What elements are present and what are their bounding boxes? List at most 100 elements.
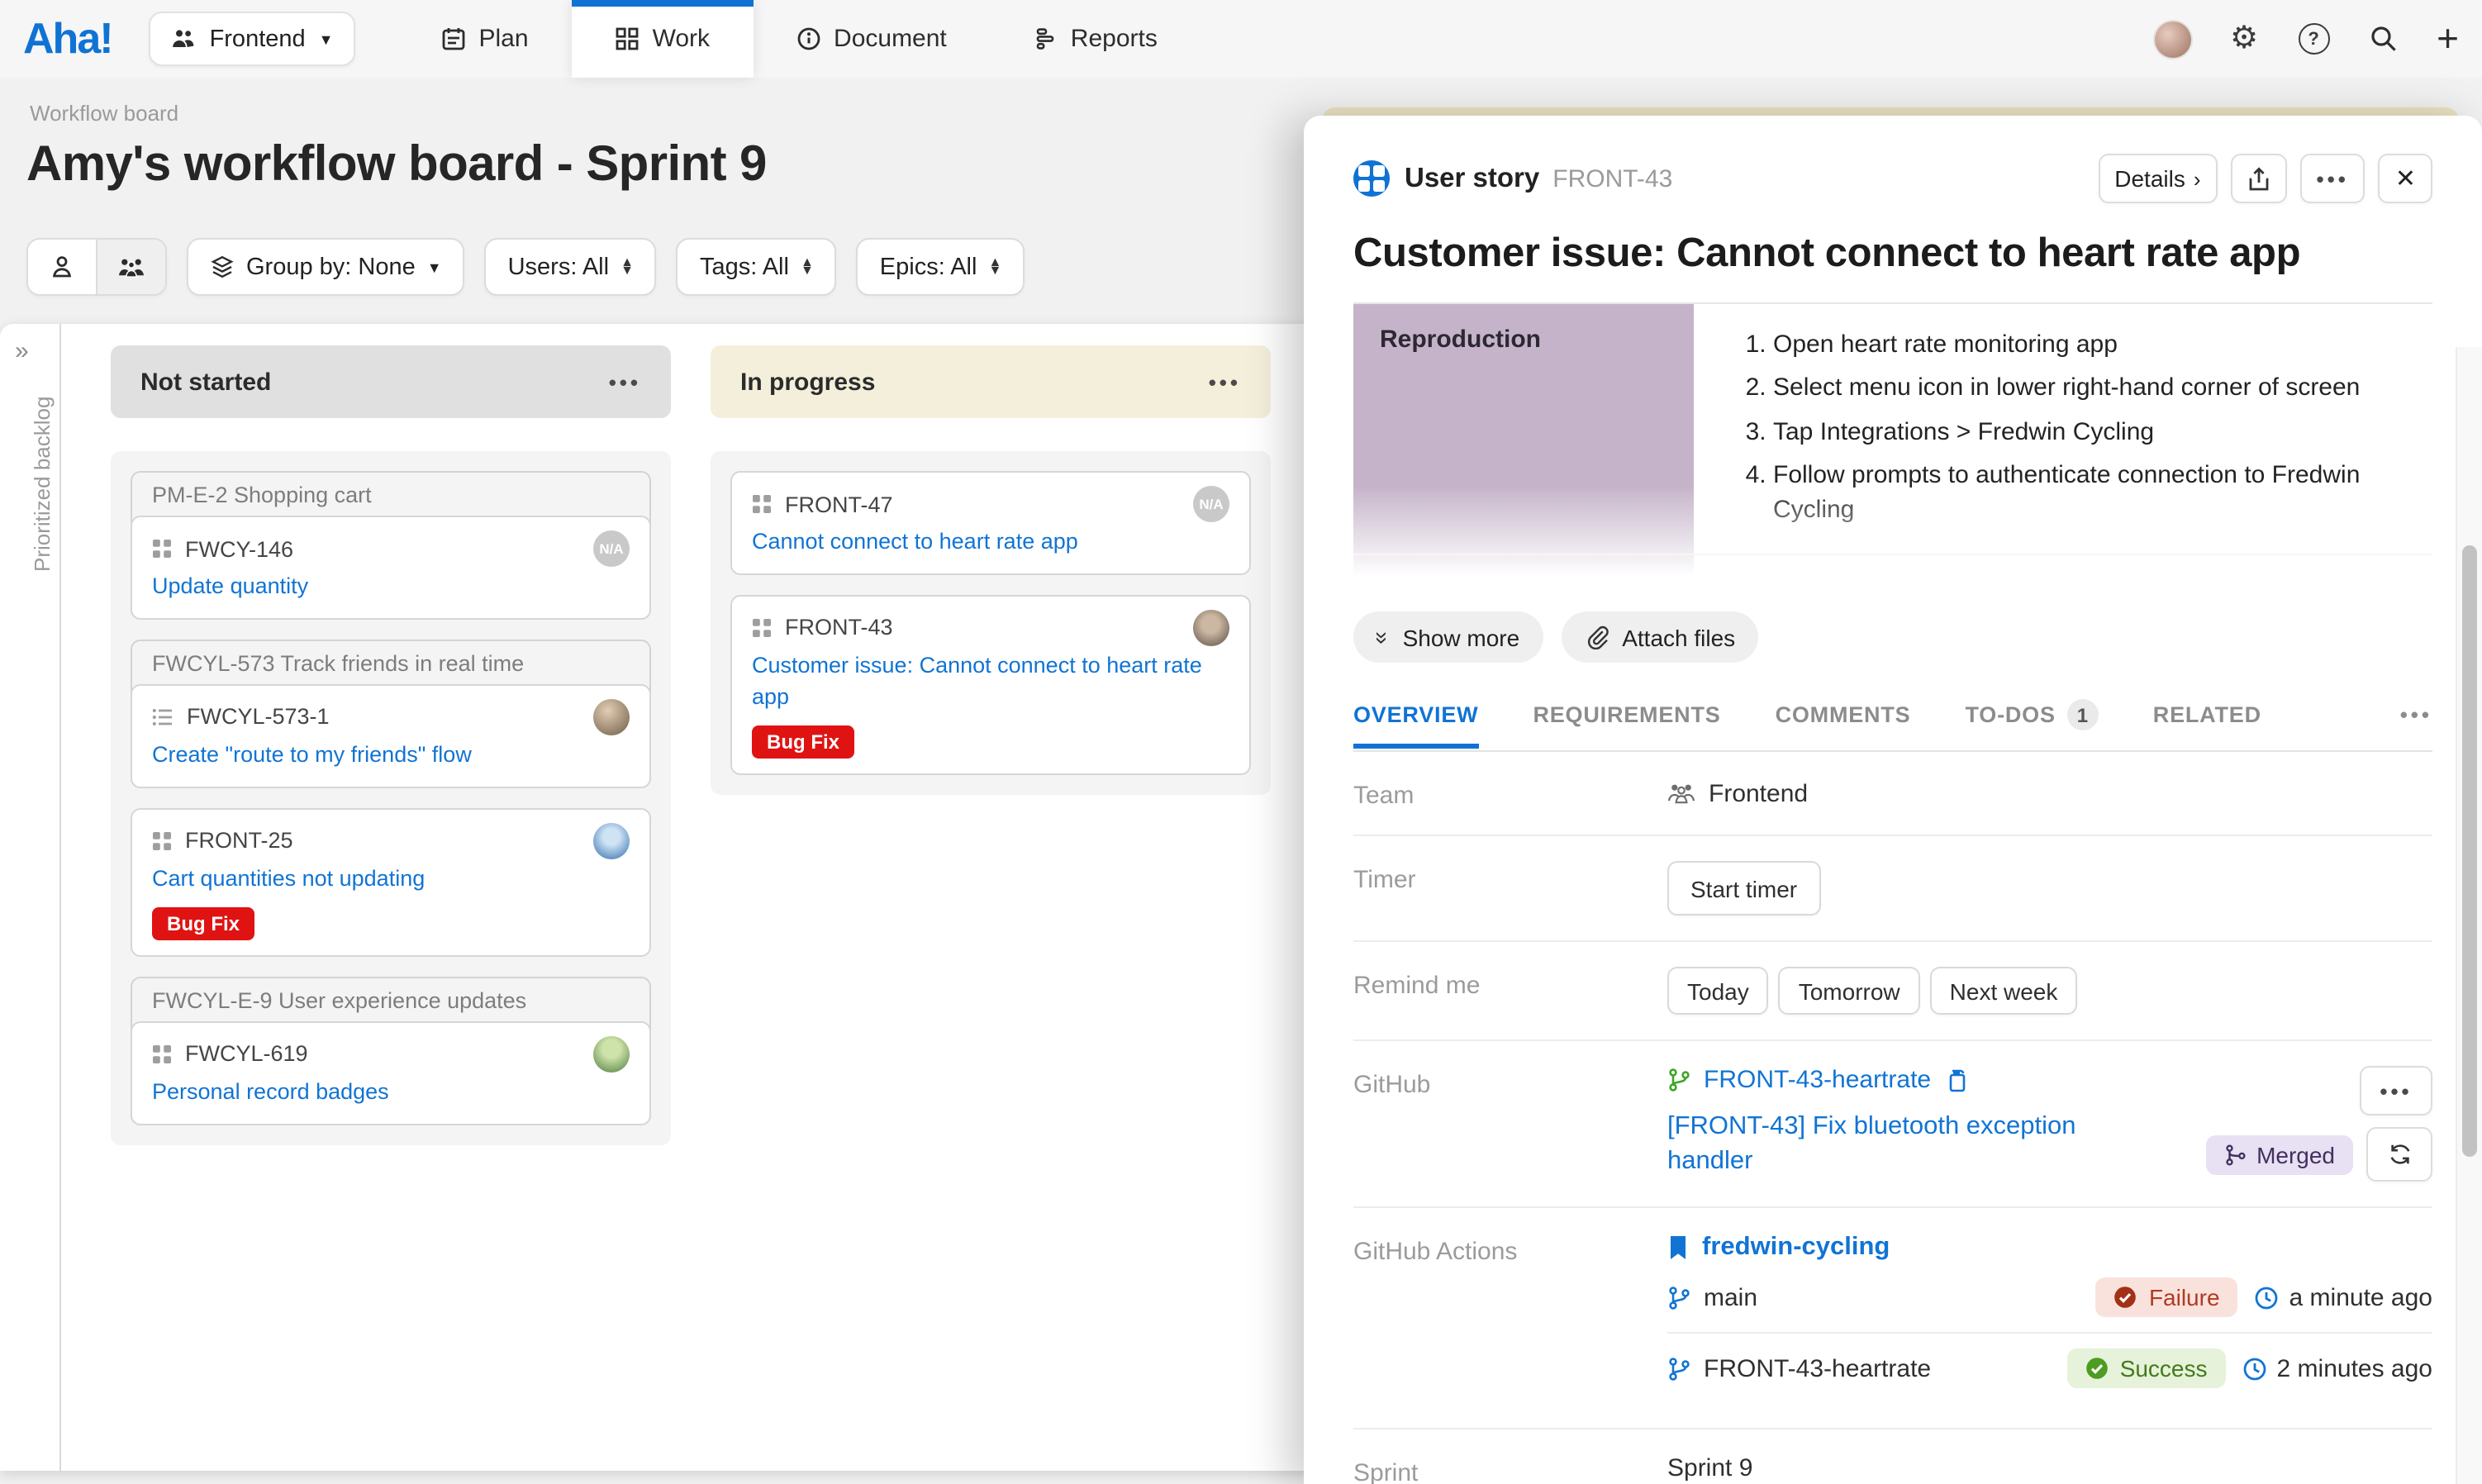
- epic-group[interactable]: FWCYL-E-9 User experience updates FWCYL-…: [131, 976, 651, 1125]
- card-id: FWCY-146: [185, 536, 293, 561]
- detail-panel: User story FRONT-43 Details › ••• ✕ Cust…: [1304, 116, 2482, 1484]
- card-link[interactable]: Personal record badges: [152, 1077, 630, 1108]
- status-check-icon: [2114, 1286, 2137, 1309]
- share-icon: [2247, 166, 2270, 191]
- user-story-icon: [1353, 160, 1390, 197]
- column-menu-icon[interactable]: •••: [609, 371, 641, 392]
- grid-icon: [615, 26, 640, 51]
- field-row-remind-me: Remind me Today Tomorrow Next week: [1353, 942, 2432, 1041]
- users-filter-label: Users: All: [508, 254, 610, 280]
- card[interactable]: FRONT-25 Cart quantities not updating Bu…: [131, 808, 651, 957]
- group-by-dropdown[interactable]: Group by: None ▼: [187, 238, 465, 296]
- team-value[interactable]: Frontend: [1709, 779, 1808, 807]
- team-view-toggle[interactable]: [96, 240, 165, 294]
- repro-step: Follow prompts to authenticate connectio…: [1773, 458, 2421, 528]
- card[interactable]: FRONT-43 Customer issue: Cannot connect …: [730, 595, 1251, 775]
- help-icon[interactable]: ?: [2298, 23, 2329, 55]
- card[interactable]: FRONT-47 N/A Cannot connect to heart rat…: [730, 471, 1251, 575]
- share-button[interactable]: [2231, 154, 2287, 203]
- details-button[interactable]: Details ›: [2098, 154, 2217, 203]
- card-id: FWCYL-619: [185, 1041, 308, 1066]
- workflow-run-row: FRONT-43-heartrate Success 2 minutes ago: [1667, 1332, 2432, 1403]
- card[interactable]: FWCY-146 N/A Update quantity: [131, 516, 651, 620]
- panel-scrollbar[interactable]: [2456, 347, 2482, 1484]
- record-type-label: User story: [1405, 163, 1539, 194]
- description-table: Reproduction Open heart rate monitoring …: [1353, 302, 2432, 588]
- description-row-label: Actual behavior: [1353, 556, 1694, 588]
- tab-todos[interactable]: TO-DOS1: [1965, 699, 2098, 750]
- remind-next-week-button[interactable]: Next week: [1930, 967, 2078, 1015]
- workspace-label: Frontend: [210, 26, 306, 52]
- search-icon[interactable]: [2369, 25, 2397, 53]
- tab-document[interactable]: Document: [753, 0, 990, 78]
- tags-filter[interactable]: Tags: All ▲▼: [677, 238, 837, 296]
- gear-icon[interactable]: ⚙: [2230, 23, 2258, 55]
- more-actions-button[interactable]: •••: [2300, 154, 2366, 203]
- card-link[interactable]: Update quantity: [152, 572, 630, 603]
- epic-group[interactable]: FWCYL-573 Track friends in real time FWC…: [131, 640, 651, 788]
- column-header-in-progress: In progress •••: [711, 345, 1271, 418]
- people-icon: [170, 27, 197, 50]
- remind-tomorrow-button[interactable]: Tomorrow: [1779, 967, 1920, 1015]
- aha-logo[interactable]: Aha!: [23, 13, 112, 64]
- attach-files-label: Attach files: [1622, 624, 1735, 650]
- field-value: fredwin-cycling main Failure: [1667, 1233, 2432, 1403]
- tab-plan[interactable]: Plan: [398, 0, 572, 78]
- card-link[interactable]: Create "route to my friends" flow: [152, 740, 630, 772]
- users-filter[interactable]: Users: All ▲▼: [485, 238, 657, 296]
- run-time: a minute ago: [2255, 1283, 2432, 1311]
- tab-reports[interactable]: Reports: [990, 0, 1201, 78]
- story-icon: [752, 618, 772, 638]
- epic-title: PM-E-2 Shopping cart: [132, 473, 649, 516]
- expand-rail-icon[interactable]: »: [15, 337, 29, 365]
- up-down-arrows-icon: ▲▼: [620, 259, 634, 274]
- story-icon: [152, 1044, 172, 1063]
- run-status-label: Failure: [2149, 1284, 2220, 1310]
- github-pr-link[interactable]: [FRONT-43] Fix bluetooth exception handl…: [1667, 1109, 2163, 1182]
- tab-requirements[interactable]: REQUIREMENTS: [1533, 702, 1720, 747]
- card[interactable]: FWCYL-619 Personal record badges: [131, 1020, 651, 1125]
- remind-today-button[interactable]: Today: [1667, 967, 1769, 1015]
- card-link[interactable]: Cannot connect to heart rate app: [752, 527, 1229, 559]
- epic-group[interactable]: PM-E-2 Shopping cart FWCY-146 N/A Update…: [131, 471, 651, 620]
- sprint-value[interactable]: Sprint 9: [1667, 1454, 2432, 1484]
- refresh-button[interactable]: [2366, 1127, 2432, 1182]
- filter-row: Group by: None ▼ Users: All ▲▼ Tags: All…: [26, 238, 1025, 296]
- tabs-overflow-icon[interactable]: •••: [2400, 704, 2432, 745]
- tab-related[interactable]: RELATED: [2153, 702, 2261, 747]
- tab-work[interactable]: Work: [572, 0, 753, 78]
- card-id: FRONT-47: [785, 492, 893, 516]
- avatar: N/A: [1193, 486, 1229, 522]
- chevron-down-icon: ▼: [427, 259, 442, 275]
- field-label: Timer: [1353, 861, 1667, 916]
- user-avatar[interactable]: [2154, 21, 2190, 57]
- column-menu-icon[interactable]: •••: [1209, 371, 1241, 392]
- start-timer-button[interactable]: Start timer: [1667, 861, 1820, 916]
- workspace-selector[interactable]: Frontend ▼: [149, 12, 355, 66]
- card[interactable]: FWCYL-573-1 Create "route to my friends"…: [131, 684, 651, 788]
- add-icon[interactable]: +: [2437, 20, 2459, 58]
- scrollbar-thumb[interactable]: [2462, 545, 2477, 1157]
- card-link[interactable]: Cart quantities not updating: [152, 864, 630, 896]
- prioritized-backlog-rail[interactable]: » Prioritized backlog: [0, 324, 61, 1471]
- panel-header: User story FRONT-43 Details › ••• ✕: [1353, 154, 2432, 203]
- close-button[interactable]: ✕: [2379, 154, 2432, 203]
- tab-overview[interactable]: OVERVIEW: [1353, 702, 1478, 747]
- show-more-button[interactable]: » Show more: [1353, 611, 1543, 663]
- card-link[interactable]: Customer issue: Cannot connect to heart …: [752, 651, 1229, 714]
- copy-icon[interactable]: [1944, 1068, 1966, 1092]
- single-user-toggle[interactable]: [28, 240, 96, 294]
- github-repo-link[interactable]: fredwin-cycling: [1702, 1233, 1890, 1263]
- github-more-button[interactable]: •••: [2360, 1066, 2432, 1115]
- attach-files-button[interactable]: Attach files: [1561, 611, 1758, 663]
- paperclip-icon: [1584, 625, 1609, 649]
- field-value: Frontend: [1667, 777, 2432, 810]
- record-title: Customer issue: Cannot connect to heart …: [1353, 231, 2432, 278]
- description-row-content: Open heart rate monitoring app Select me…: [1694, 304, 2432, 554]
- column-title: In progress: [740, 368, 875, 396]
- tab-comments[interactable]: COMMENTS: [1776, 702, 1911, 747]
- column-not-started: Not started ••• PM-E-2 Shopping cart FWC…: [111, 345, 671, 1144]
- record-ref: FRONT-43: [1552, 164, 1672, 193]
- epics-filter[interactable]: Epics: All ▲▼: [857, 238, 1025, 296]
- github-branch-link[interactable]: FRONT-43-heartrate: [1704, 1066, 1931, 1094]
